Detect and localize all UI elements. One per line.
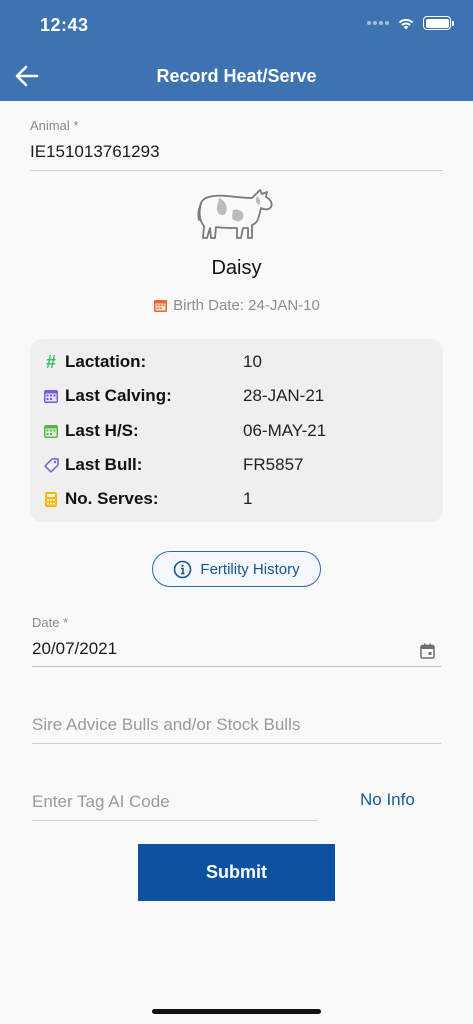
info-row-last-calving: Last Calving: 28-JAN-21 xyxy=(42,384,432,408)
animal-field-underline xyxy=(30,170,443,171)
info-label: Last Calving: xyxy=(65,386,172,405)
page-title: Record Heat/Serve xyxy=(156,66,317,86)
sire-field-underline xyxy=(32,743,441,744)
info-label: Lactation: xyxy=(65,352,147,371)
animal-info-card: # Lactation: 10 Last Calving: 28-JAN-21 … xyxy=(30,339,443,522)
signal-icon xyxy=(367,21,389,25)
header-bar: 12:43 Record Heat/Serve xyxy=(0,0,473,101)
hash-icon: # xyxy=(45,351,56,372)
calendar-icon xyxy=(42,422,60,440)
date-field[interactable]: 20/07/2021 xyxy=(32,639,117,659)
info-row-no-serves: No. Serves: 1 xyxy=(42,487,432,511)
birth-date-row: Birth Date: 24-JAN-10 xyxy=(0,297,473,314)
info-row-last-hs: Last H/S: 06-MAY-21 xyxy=(42,419,432,443)
calendar-icon xyxy=(154,300,168,312)
info-row-lactation: # Lactation: 10 xyxy=(42,350,432,374)
submit-button[interactable]: Submit xyxy=(138,844,335,901)
birth-date-text: Birth Date: 24-JAN-10 xyxy=(173,297,320,314)
status-time: 12:43 xyxy=(40,15,89,35)
cow-icon xyxy=(197,189,273,239)
date-field-underline xyxy=(32,666,441,667)
info-value: 06-MAY-21 xyxy=(243,421,327,440)
tag-ai-code-field[interactable]: Enter Tag AI Code xyxy=(32,792,170,812)
calendar-icon xyxy=(42,387,60,405)
info-label: Last H/S: xyxy=(65,421,139,440)
home-indicator xyxy=(152,1009,321,1014)
battery-icon xyxy=(423,16,454,30)
info-value: 1 xyxy=(243,489,253,508)
fertility-history-button[interactable]: Fertility History xyxy=(152,551,321,587)
info-value: FR5857 xyxy=(243,455,304,474)
info-label: No. Serves: xyxy=(65,489,159,508)
sire-field[interactable]: Sire Advice Bulls and/or Stock Bulls xyxy=(32,715,300,735)
animal-field[interactable]: IE151013761293 xyxy=(30,142,160,162)
calculator-icon xyxy=(42,490,60,508)
calendar-picker-icon[interactable] xyxy=(420,643,435,659)
date-field-label: Date * xyxy=(32,615,69,630)
status-icons xyxy=(367,16,454,30)
animal-field-label: Animal * xyxy=(30,118,79,133)
animal-name: Daisy xyxy=(211,257,262,279)
info-value: 28-JAN-21 xyxy=(243,386,325,405)
no-info-link[interactable]: No Info xyxy=(360,790,415,810)
info-circle-icon xyxy=(174,560,192,578)
info-row-last-bull: Last Bull: FR5857 xyxy=(42,453,432,477)
info-label: Last Bull: xyxy=(65,455,143,474)
tag-icon xyxy=(42,456,60,474)
tag-ai-code-underline xyxy=(32,820,318,821)
wifi-icon xyxy=(398,18,414,30)
info-value: 10 xyxy=(243,352,262,371)
fertility-history-label: Fertility History xyxy=(200,560,300,578)
